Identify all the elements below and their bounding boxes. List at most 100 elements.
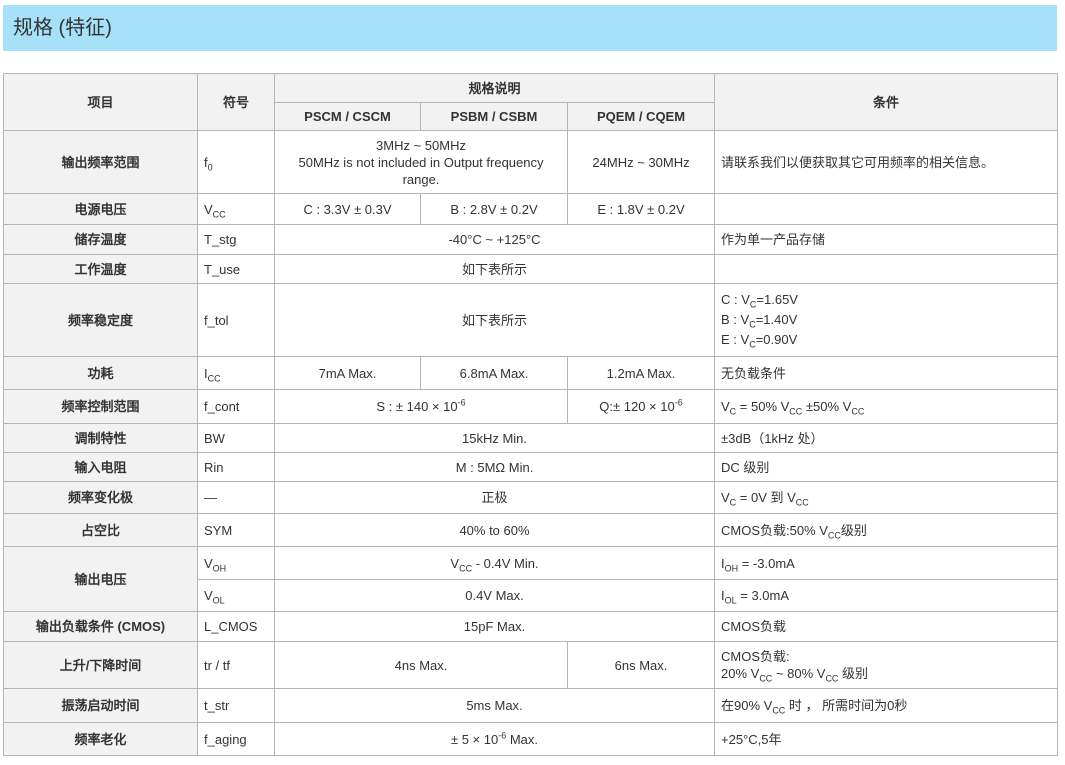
- value-cell: 7mA Max.: [274, 356, 421, 390]
- header-condition: 条件: [714, 73, 1058, 131]
- row-label: 频率稳定度: [3, 283, 198, 357]
- condition-cell: IOH = -3.0mA: [714, 546, 1058, 580]
- symbol-cell: T_use: [197, 254, 275, 284]
- header-item: 项目: [3, 73, 198, 131]
- condition-cell: ±3dB（1kHz 处）: [714, 423, 1058, 453]
- value-cell: B : 2.8V ± 0.2V: [420, 193, 568, 225]
- row-label: 电源电压: [3, 193, 198, 225]
- header-symbol: 符号: [197, 73, 275, 131]
- table-row: 输出频率范围 f0 3MHz ~ 50MHz 50MHz is not inclu…: [3, 130, 1058, 194]
- condition-cell: 作为单一产品存储: [714, 224, 1058, 255]
- condition-cell: C : VC=1.65V B : VC=1.40V E : VC=0.90V: [714, 283, 1058, 357]
- symbol-cell: VOL: [197, 579, 275, 612]
- header-col-pscm: PSCM / CSCM: [274, 102, 421, 131]
- condition-cell: 在90% VCC 时 ， 所需时间为0秒: [714, 688, 1058, 723]
- symbol-cell: SYM: [197, 513, 275, 547]
- symbol-cell: f_aging: [197, 722, 275, 756]
- value-cell: 3MHz ~ 50MHz 50MHz is not included in Out…: [274, 130, 568, 194]
- condition-cell: CMOS负载: [714, 611, 1058, 642]
- row-label: 输出负载条件 (CMOS): [3, 611, 198, 642]
- header-col-pqem: PQEM / CQEM: [567, 102, 715, 131]
- value-cell: -40°C ~ +125°C: [274, 224, 715, 255]
- value-cell: S : ± 140 × 10-6: [274, 389, 568, 424]
- row-label: 频率变化极: [3, 481, 198, 514]
- condition-cell: +25°C,5年: [714, 722, 1058, 756]
- row-label: 储存温度: [3, 224, 198, 255]
- section-title: 规格 (特征): [13, 17, 112, 39]
- row-label: 输出频率范围: [3, 130, 198, 194]
- symbol-cell: f_tol: [197, 283, 275, 357]
- table-row: 功耗 ICC 7mA Max. 6.8mA Max. 1.2mA Max. 无负…: [3, 356, 1058, 390]
- table-row: 输入电阻 Rin M : 5MΩ Min. DC 级别: [3, 452, 1058, 482]
- value-cell: ± 5 × 10-6 Max.: [274, 722, 715, 756]
- symbol-cell: ICC: [197, 356, 275, 390]
- condition-cell: [714, 193, 1058, 225]
- condition-cell: IOL = 3.0mA: [714, 579, 1058, 612]
- symbol-cell: —: [197, 481, 275, 514]
- symbol-cell: VOH: [197, 546, 275, 580]
- table-row: 占空比 SYM 40% to 60% CMOS负载:50% VCC级别: [3, 513, 1058, 547]
- row-label: 振荡启动时间: [3, 688, 198, 723]
- value-cell: 如下表所示: [274, 254, 715, 284]
- table-row: 电源电压 VCC C : 3.3V ± 0.3V B : 2.8V ± 0.2V…: [3, 193, 1058, 225]
- table-row: 振荡启动时间 t_str 5ms Max. 在90% VCC 时 ， 所需时间为…: [3, 688, 1058, 723]
- value-cell: 4ns Max.: [274, 641, 568, 689]
- section-header: 规格 (特征): [3, 5, 1057, 51]
- value-cell: 6.8mA Max.: [420, 356, 568, 390]
- table-row: 频率老化 f_aging ± 5 × 10-6 Max. +25°C,5年: [3, 722, 1058, 756]
- value-cell: 40% to 60%: [274, 513, 715, 547]
- row-label: 调制特性: [3, 423, 198, 453]
- value-cell: C : 3.3V ± 0.3V: [274, 193, 421, 225]
- condition-cell: [714, 254, 1058, 284]
- value-cell: E : 1.8V ± 0.2V: [567, 193, 715, 225]
- value-cell: 24MHz ~ 30MHz: [567, 130, 715, 194]
- condition-cell: CMOS负载: 20% VCC ~ 80% VCC 级别: [714, 641, 1058, 689]
- value-cell: 如下表所示: [274, 283, 715, 357]
- symbol-cell: f_cont: [197, 389, 275, 424]
- value-cell: 正极: [274, 481, 715, 514]
- value-cell: M : 5MΩ Min.: [274, 452, 715, 482]
- symbol-cell: tr / tf: [197, 641, 275, 689]
- condition-cell: 无负载条件: [714, 356, 1058, 390]
- symbol-cell: Rin: [197, 452, 275, 482]
- value-cell: 0.4V Max.: [274, 579, 715, 612]
- row-label: 占空比: [3, 513, 198, 547]
- value-cell: 15pF Max.: [274, 611, 715, 642]
- table-row: 频率变化极 — 正极 VC = 0V 到 VCC: [3, 481, 1058, 514]
- header-spec: 规格说明: [274, 73, 715, 103]
- condition-cell: VC = 50% VCC ±50% VCC: [714, 389, 1058, 424]
- condition-cell: 请联系我们以便获取其它可用频率的相关信息。: [714, 130, 1058, 194]
- value-cell: VCC - 0.4V Min.: [274, 546, 715, 580]
- table-row: 工作温度 T_use 如下表所示: [3, 254, 1058, 284]
- condition-cell: DC 级别: [714, 452, 1058, 482]
- symbol-cell: f0: [197, 130, 275, 194]
- value-cell: 5ms Max.: [274, 688, 715, 723]
- spec-table: 项目 符号 规格说明 条件 PSCM / CSCM PSBM / CSBM PQ…: [3, 73, 1058, 756]
- row-label: 输入电阻: [3, 452, 198, 482]
- table-row: 储存温度 T_stg -40°C ~ +125°C 作为单一产品存储: [3, 224, 1058, 255]
- row-label: 工作温度: [3, 254, 198, 284]
- table-row: 调制特性 BW 15kHz Min. ±3dB（1kHz 处）: [3, 423, 1058, 453]
- symbol-cell: BW: [197, 423, 275, 453]
- condition-cell: CMOS负载:50% VCC级别: [714, 513, 1058, 547]
- value-cell: Q:± 120 × 10-6: [567, 389, 715, 424]
- row-label: 输出电压: [3, 546, 198, 612]
- header-col-psbm: PSBM / CSBM: [420, 102, 568, 131]
- table-row: 上升/下降时间 tr / tf 4ns Max. 6ns Max. CMOS负载…: [3, 641, 1058, 689]
- value-cell: 15kHz Min.: [274, 423, 715, 453]
- value-cell: 1.2mA Max.: [567, 356, 715, 390]
- row-label: 上升/下降时间: [3, 641, 198, 689]
- table-header-row: 项目 符号 规格说明 条件: [3, 73, 1058, 131]
- table-row: 输出电压 VOH VCC - 0.4V Min. IOH = -3.0mA: [3, 546, 1058, 612]
- table-row: 频率稳定度 f_tol 如下表所示 C : VC=1.65V B : VC=1.…: [3, 283, 1058, 357]
- symbol-cell: T_stg: [197, 224, 275, 255]
- condition-cell: VC = 0V 到 VCC: [714, 481, 1058, 514]
- symbol-cell: t_str: [197, 688, 275, 723]
- row-label: 频率老化: [3, 722, 198, 756]
- symbol-cell: VCC: [197, 193, 275, 225]
- value-cell: 6ns Max.: [567, 641, 715, 689]
- symbol-cell: L_CMOS: [197, 611, 275, 642]
- table-row: 频率控制范围 f_cont S : ± 140 × 10-6 Q:± 120 ×…: [3, 389, 1058, 424]
- row-label: 频率控制范围: [3, 389, 198, 424]
- row-label: 功耗: [3, 356, 198, 390]
